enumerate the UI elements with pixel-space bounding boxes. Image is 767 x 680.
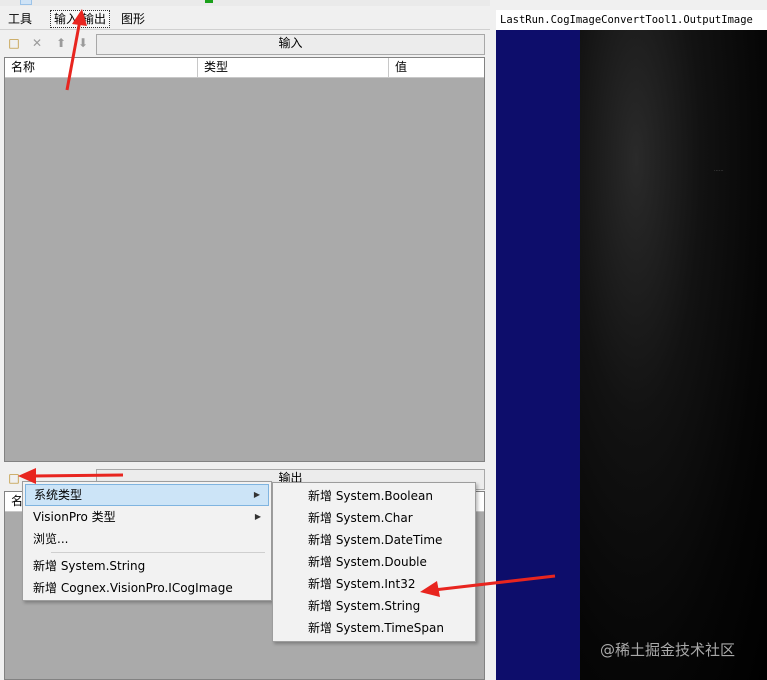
submenu-item-add-boolean[interactable]: 新增 System.Boolean xyxy=(275,485,473,507)
image-display-title: LastRun.CogImageConvertTool1.OutputImage xyxy=(496,10,767,30)
column-name[interactable]: 名称 xyxy=(5,58,198,77)
menu-item-label: VisionPro 类型 xyxy=(33,510,116,524)
delete-icon[interactable]: ✕ xyxy=(29,35,45,51)
tab-input-output[interactable]: 输入/输出 xyxy=(50,10,111,28)
add-icon[interactable]: □ xyxy=(6,470,22,486)
menu-item-add-system-string[interactable]: 新增 System.String xyxy=(25,555,269,577)
image-blue-region xyxy=(496,30,580,680)
watermark: @稀土掘金技术社区 xyxy=(600,641,736,659)
toolbar-button-fragment[interactable] xyxy=(20,0,32,5)
move-down-icon[interactable]: ⬇ xyxy=(75,35,91,51)
column-type[interactable]: 类型 xyxy=(198,58,389,77)
submenu-arrow-icon: ▶ xyxy=(254,512,261,521)
menu-item-visionpro-types[interactable]: VisionPro 类型 ▶ xyxy=(25,506,269,528)
tab-tools[interactable]: 工具 xyxy=(5,11,35,27)
menu-item-add-icogimage[interactable]: 新增 Cognex.VisionPro.ICogImage xyxy=(25,577,269,599)
tab-graphics[interactable]: 图形 xyxy=(118,11,148,27)
submenu-item-add-datetime[interactable]: 新增 System.DateTime xyxy=(275,529,473,551)
menu-separator xyxy=(51,552,265,553)
system-types-submenu: 新增 System.Boolean 新增 System.Char 新增 Syst… xyxy=(272,482,476,642)
submenu-arrow-icon: ▶ xyxy=(253,490,260,499)
input-grid-header: 名称 类型 值 xyxy=(5,58,484,78)
input-terminals-grid[interactable]: 名称 类型 值 xyxy=(4,57,485,462)
submenu-item-add-char[interactable]: 新增 System.Char xyxy=(275,507,473,529)
input-section-header[interactable]: 输入 xyxy=(96,34,485,55)
move-up-icon[interactable]: ⬆ xyxy=(53,35,69,51)
menu-item-system-types[interactable]: 系统类型 ▶ xyxy=(25,484,269,506)
tab-bar: 工具 输入/输出 图形 xyxy=(0,6,490,30)
image-content xyxy=(580,30,767,680)
submenu-item-add-int32[interactable]: 新增 System.Int32 xyxy=(275,573,473,595)
context-menu: 系统类型 ▶ VisionPro 类型 ▶ 浏览... 新增 System.St… xyxy=(22,481,272,601)
menu-item-label: 系统类型 xyxy=(34,488,83,502)
column-value[interactable]: 值 xyxy=(389,58,484,77)
submenu-item-add-string[interactable]: 新增 System.String xyxy=(275,595,473,617)
menu-item-browse[interactable]: 浏览... xyxy=(25,528,269,550)
input-toolbar: □ ✕ ⬆ ⬇ 输入 xyxy=(0,32,490,55)
submenu-item-add-timespan[interactable]: 新增 System.TimeSpan xyxy=(275,617,473,639)
run-indicator-icon xyxy=(205,0,213,3)
submenu-item-add-double[interactable]: 新增 System.Double xyxy=(275,551,473,573)
image-coordinate-marker: ······ xyxy=(714,168,724,174)
add-icon[interactable]: □ xyxy=(6,35,22,51)
image-display[interactable] xyxy=(496,30,767,680)
